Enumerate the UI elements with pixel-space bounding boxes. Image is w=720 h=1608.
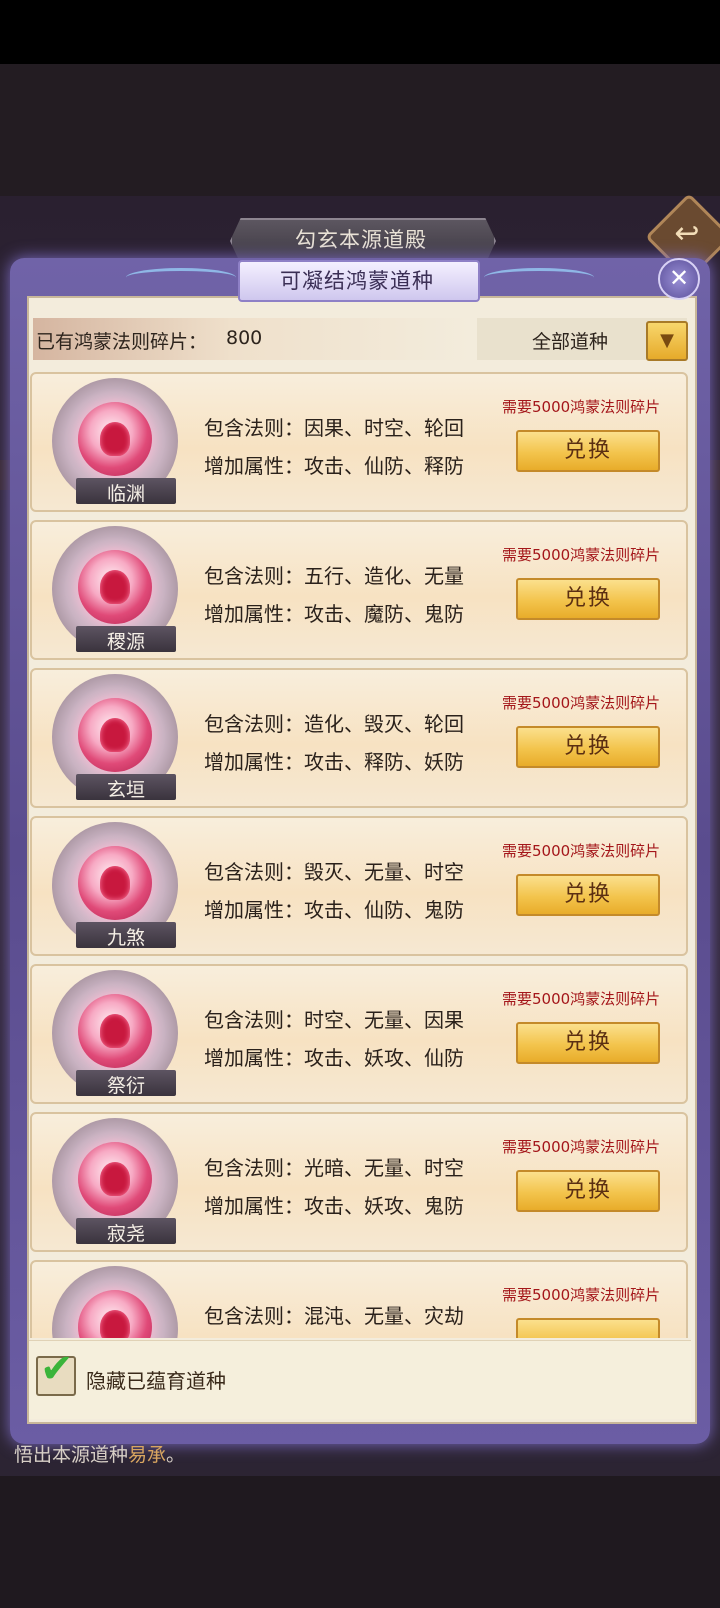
seed-core bbox=[100, 866, 130, 900]
close-icon[interactable]: ✕ bbox=[658, 258, 700, 300]
seed-card: 临渊 包含法则：因果、时空、轮回 增加属性：攻击、仙防、释防 需要5000鸿蒙法… bbox=[30, 372, 688, 512]
seed-name: 祭衍 bbox=[106, 1075, 145, 1097]
seed-name: 寂尧 bbox=[106, 1223, 145, 1245]
seed-core bbox=[100, 718, 130, 752]
check-icon[interactable]: ✔ bbox=[40, 1347, 74, 1391]
seed-name: 稷源 bbox=[106, 631, 145, 653]
seed-attributes: 增加属性：攻击、仙防、释防 bbox=[204, 454, 464, 478]
seed-cost: 需要5000鸿蒙法则碎片 bbox=[502, 1138, 661, 1156]
seed-laws: 包含法则：造化、毁灭、轮回 bbox=[204, 712, 464, 736]
exchange-button[interactable]: 兑换 bbox=[516, 1022, 660, 1064]
seed-emblem: 祭衍 bbox=[40, 970, 190, 1098]
exchange-button[interactable]: 兑换 bbox=[516, 1170, 660, 1212]
seed-card: 稷源 包含法则：五行、造化、无量 增加属性：攻击、魔防、鬼防 需要5000鸿蒙法… bbox=[30, 520, 688, 660]
seed-attributes: 增加属性：攻击、仙防、鬼防 bbox=[204, 898, 464, 922]
hide-incubated-label[interactable]: 隐藏已蕴育道种 bbox=[86, 1365, 226, 1394]
seed-card: 玄垣 包含法则：造化、毁灭、轮回 增加属性：攻击、释防、妖防 需要5000鸿蒙法… bbox=[30, 668, 688, 808]
exchange-button[interactable]: 兑换 bbox=[516, 874, 660, 916]
fragments-count: 800 bbox=[226, 327, 263, 349]
back-arrow-icon[interactable]: ↩ bbox=[668, 218, 706, 250]
exchange-button[interactable]: 兑换 bbox=[516, 430, 660, 472]
seed-laws: 包含法则：光暗、无量、时空 bbox=[204, 1156, 464, 1180]
seed-list[interactable]: 临渊 包含法则：因果、时空、轮回 增加属性：攻击、仙防、释防 需要5000鸿蒙法… bbox=[30, 372, 690, 1338]
seed-name: 临渊 bbox=[106, 483, 145, 505]
exchange-button[interactable]: 兑换 bbox=[516, 726, 660, 768]
seed-name: 九煞 bbox=[106, 927, 145, 949]
seed-cost: 需要5000鸿蒙法则碎片 bbox=[502, 990, 661, 1008]
seed-card: 九煞 包含法则：毁灭、无量、时空 增加属性：攻击、仙防、鬼防 需要5000鸿蒙法… bbox=[30, 816, 688, 956]
exchange-button[interactable]: 兑换 bbox=[516, 578, 660, 620]
seed-cost: 需要5000鸿蒙法则碎片 bbox=[502, 842, 661, 860]
seed-emblem: 寂尧 bbox=[40, 1118, 190, 1246]
seed-attributes: 增加属性：攻击、释防、妖防 bbox=[204, 750, 464, 774]
seed-laws: 包含法则：因果、时空、轮回 bbox=[204, 416, 464, 440]
background-description: 悟出本源道种易承。 bbox=[14, 1440, 185, 1467]
filter-selected-label[interactable]: 全部道种 bbox=[500, 327, 640, 354]
background-description-text: 悟出本源道种 bbox=[14, 1444, 129, 1466]
popup-title: 可凝结鸿蒙道种 bbox=[280, 269, 434, 293]
background-description-accent: 易承 bbox=[128, 1444, 167, 1466]
seed-emblem: 临渊 bbox=[40, 378, 190, 506]
bottom-backdrop bbox=[0, 1476, 720, 1608]
seed-laws: 包含法则：五行、造化、无量 bbox=[204, 564, 464, 588]
seed-core bbox=[100, 422, 130, 456]
seed-laws: 包含法则：时空、无量、因果 bbox=[204, 1008, 464, 1032]
seed-card: 寂尧 包含法则：光暗、无量、时空 增加属性：攻击、妖攻、鬼防 需要5000鸿蒙法… bbox=[30, 1112, 688, 1252]
seed-core bbox=[100, 570, 130, 604]
seed-laws: 包含法则：毁灭、无量、时空 bbox=[204, 860, 464, 884]
seed-attributes: 增加属性：攻击、妖攻、仙防 bbox=[204, 1046, 464, 1070]
seed-name: 玄垣 bbox=[106, 779, 145, 801]
background-description-end: 。 bbox=[166, 1444, 186, 1466]
exchange-button[interactable] bbox=[516, 1318, 660, 1338]
top-backdrop bbox=[0, 64, 720, 196]
seed-emblem: 稷源 bbox=[40, 526, 190, 654]
seed-attributes: 增加属性：攻击、魔防、鬼防 bbox=[204, 602, 464, 626]
seed-cost: 需要5000鸿蒙法则碎片 bbox=[502, 1286, 661, 1304]
seed-emblem: 玄垣 bbox=[40, 674, 190, 802]
seed-laws: 包含法则：混沌、无量、灾劫 bbox=[204, 1304, 464, 1328]
seed-cost: 需要5000鸿蒙法则碎片 bbox=[502, 546, 661, 564]
seed-emblem: 九煞 bbox=[40, 822, 190, 950]
right-wing-ornament bbox=[484, 268, 594, 287]
seed-cost: 需要5000鸿蒙法则碎片 bbox=[502, 694, 661, 712]
chevron-down-icon[interactable]: ▼ bbox=[646, 321, 688, 361]
seed-core bbox=[100, 1162, 130, 1196]
seed-attributes: 增加属性：攻击、妖攻、鬼防 bbox=[204, 1194, 464, 1218]
seed-emblem bbox=[40, 1266, 190, 1338]
fragments-label: 已有鸿蒙法则碎片： bbox=[36, 331, 208, 353]
seed-card: 包含法则：混沌、无量、灾劫 需要5000鸿蒙法则碎片 bbox=[30, 1260, 688, 1338]
seed-cost: 需要5000鸿蒙法则碎片 bbox=[502, 398, 661, 416]
seed-card: 祭衍 包含法则：时空、无量、因果 增加属性：攻击、妖攻、仙防 需要5000鸿蒙法… bbox=[30, 964, 688, 1104]
seed-core bbox=[100, 1014, 130, 1048]
left-wing-ornament bbox=[126, 268, 236, 287]
seed-core bbox=[100, 1310, 130, 1338]
page-title: 勾玄本源道殿 bbox=[295, 228, 427, 252]
